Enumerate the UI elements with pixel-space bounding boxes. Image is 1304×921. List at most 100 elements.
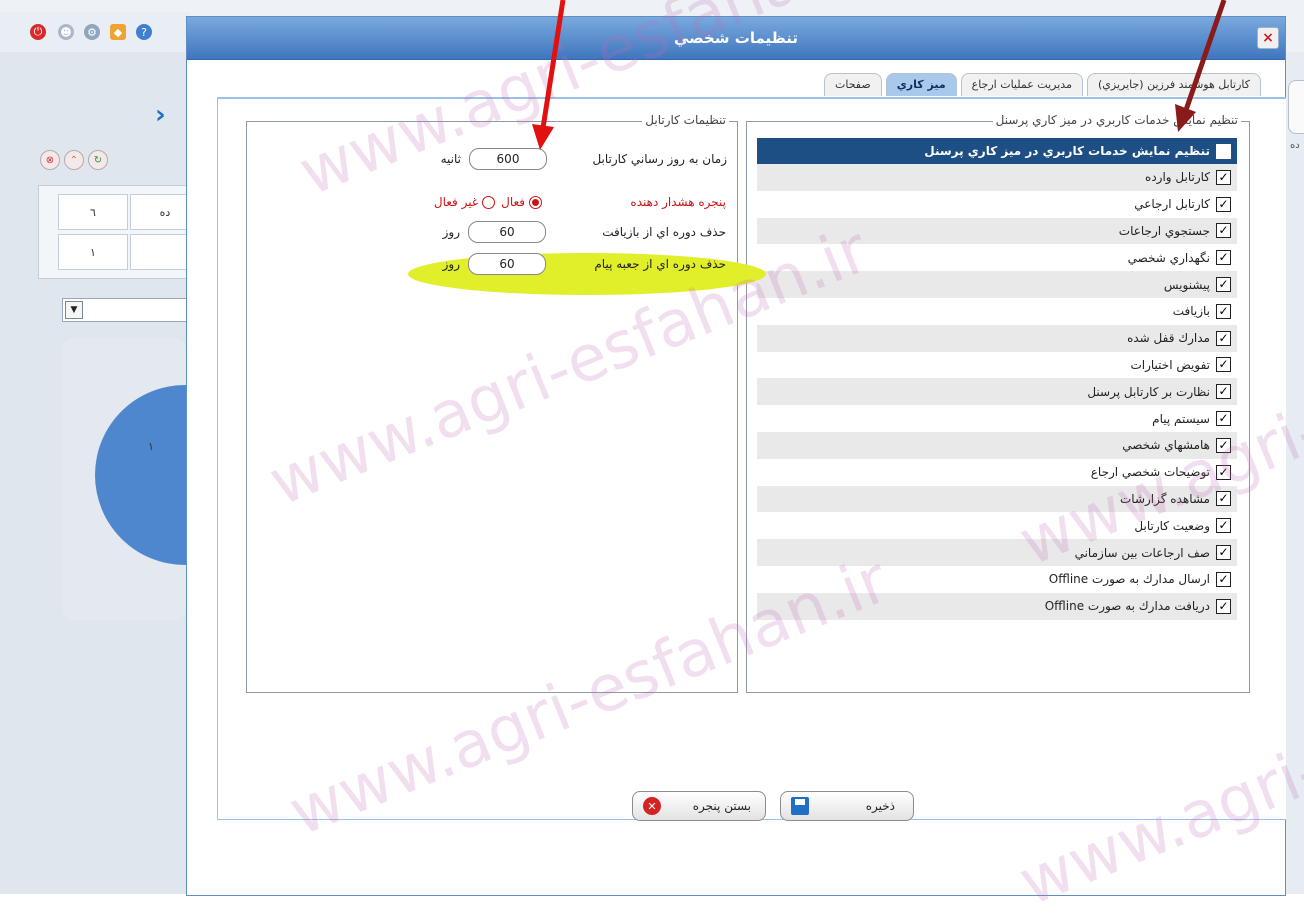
service-label: مشاهده گزارشات [1120,491,1210,506]
service-checkbox[interactable]: ✓ [1216,384,1231,400]
service-checkbox[interactable]: ✓ [1216,250,1231,266]
service-row[interactable]: ✓ جستجوي ارجاعات [757,217,1237,245]
refresh-input[interactable]: 600 [469,148,547,170]
service-label: تفويض اختيارات [1130,357,1210,372]
services-header-label: تنظيم نمايش خدمات كاربري در ميز كاري پرس… [924,144,1210,158]
service-checkbox[interactable]: ✓ [1216,598,1231,614]
service-row[interactable]: ✓ تفويض اختيارات [757,351,1237,379]
alert-on-radio[interactable] [529,195,542,209]
service-label: هامشهاي شخصي [1122,438,1210,453]
service-label: دريافت مدارك به صورت Offline [1044,599,1210,614]
service-checkbox[interactable]: ✓ [1216,357,1231,373]
services-group-title: تنظيم نمايش خدمات كاربري در ميز كاري پرس… [992,113,1241,127]
chevron-right-icon[interactable]: › [155,100,166,130]
close-window-button[interactable]: بستن پنجره ✕ [632,791,766,821]
tab-content: تنظيم نمايش خدمات كاربري در ميز كاري پرس… [217,97,1286,821]
inbox-label: حذف دوره اي از جعبه پيام [594,257,726,271]
service-checkbox[interactable]: ✓ [1216,330,1231,346]
recycle-label: حذف دوره اي از بازيافت [602,225,726,239]
service-row[interactable]: ✓ نظارت بر كارتابل پرسنل [757,378,1237,406]
refresh-unit: ثانيه [440,152,461,166]
service-checkbox[interactable]: ✓ [1216,223,1231,239]
summary-cell: ٦ [58,194,128,230]
service-row[interactable]: ✓ توضيحات شخصي ارجاع [757,458,1237,486]
inbox-input[interactable]: 60 [468,253,546,275]
service-row[interactable]: ✓ ارسال مدارك به صورت Offline [757,565,1237,593]
tab-referral-ops[interactable]: مديريت عمليات ارجاع [960,73,1083,96]
alert-row: پنجره هشدار دهنده فعال غير فعال [256,189,726,215]
tab-desktop[interactable]: ميز كاري [885,73,957,96]
right-pane-tab[interactable] [1288,80,1304,134]
service-row[interactable]: ✓ بازيافت [757,297,1237,325]
service-checkbox[interactable]: ✓ [1216,169,1231,185]
service-checkbox[interactable]: ✓ [1216,411,1231,427]
service-label: سيستم پيام [1152,411,1210,426]
service-row[interactable]: ✓ مشاهده گزارشات [757,485,1237,513]
summary-cell: ١ [58,234,128,270]
power-icon[interactable]: ⏻ [30,24,46,40]
right-pane [1284,52,1304,894]
service-checkbox[interactable]: ✓ [1216,518,1231,534]
users-icon[interactable]: ☻ [58,24,74,40]
service-label: كارتابل ارجاعي [1134,197,1210,212]
service-row[interactable]: ✓ كارتابل ارجاعي [757,190,1237,218]
alert-off-radio[interactable] [482,195,496,209]
select-all-checkbox[interactable] [1216,143,1231,159]
dialog-title: تنظيمات شخصي [674,29,798,47]
service-row[interactable]: ✓ صف ارجاعات بين سازماني [757,539,1237,566]
service-label: صف ارجاعات بين سازماني [1074,545,1210,560]
inbox-unit: روز [442,257,460,271]
service-row[interactable]: ✓ هامشهاي شخصي [757,431,1237,459]
tab-smart-cartable[interactable]: كارتابل هوشمند فرزين (جايريزي) [1086,73,1261,96]
tab-pages[interactable]: صفحات [824,73,882,96]
recycle-input[interactable]: 60 [468,221,546,243]
service-row[interactable]: ✓ وضعيت كارتابل [757,512,1237,540]
shield-icon[interactable]: ◆ [110,24,126,40]
services-list: تنظيم نمايش خدمات كاربري در ميز كاري پرس… [757,138,1237,620]
services-rows: ✓ كارتابل وارده ✓ كارتابل ارجاعي ✓ جستجوي ارج… [757,164,1237,620]
service-row[interactable]: ✓ پيشنويس [757,271,1237,298]
service-checkbox[interactable]: ✓ [1216,277,1231,293]
service-row[interactable]: ✓ سيستم پيام [757,405,1237,432]
service-checkbox[interactable]: ✓ [1216,196,1231,212]
pie-label: ١ [148,440,154,453]
recycle-unit: روز [442,225,460,239]
close-icon[interactable]: × [1257,27,1279,49]
cartable-group-title: تنظيمات كارتابل [642,113,729,127]
recycle-row: حذف دوره اي از بازيافت 60 روز [256,219,726,245]
service-row[interactable]: ✓ نگهداري شخصي [757,244,1237,272]
settings-tabs: كارتابل هوشمند فرزين (جايريزي) مديريت عم… [737,73,1261,97]
service-checkbox[interactable]: ✓ [1216,303,1231,319]
service-label: نگهداري شخصي [1127,250,1210,265]
close-circle-icon[interactable]: ⊗ [40,150,60,170]
service-label: توضيحات شخصي ارجاع [1090,465,1210,480]
service-checkbox[interactable]: ✓ [1216,464,1231,480]
service-label: جستجوي ارجاعات [1118,223,1210,238]
refresh-row: زمان به روز رساني كارتابل 600 ثانيه [257,146,727,172]
service-label: كارتابل وارده [1145,170,1210,185]
services-header-row[interactable]: تنظيم نمايش خدمات كاربري در ميز كاري پرس… [757,138,1237,164]
alert-off-label: غير فعال [433,195,479,209]
collapse-icon[interactable]: ⌃ [64,150,84,170]
refresh-icon[interactable]: ↻ [88,150,108,170]
settings-users-icon[interactable]: ⚙ [84,24,100,40]
service-checkbox[interactable]: ✓ [1216,571,1231,587]
help-icon[interactable]: ? [136,24,152,40]
save-button[interactable]: ذخيره [780,791,914,821]
service-row[interactable]: ✓ دريافت مدارك به صورت Offline [757,592,1237,620]
personal-settings-dialog: تنظيمات شخصي × كارتابل هوشمند فرزين (جاي… [186,16,1286,896]
service-checkbox[interactable]: ✓ [1216,545,1231,561]
service-label: نظارت بر كارتابل پرسنل [1087,384,1210,399]
chevron-down-icon[interactable]: ▼ [65,301,83,319]
alert-label: پنجره هشدار دهنده [630,195,726,209]
chart-select[interactable]: ▼ [62,298,188,322]
service-checkbox[interactable]: ✓ [1216,491,1231,507]
dialog-title-bar[interactable]: تنظيمات شخصي × [187,17,1285,60]
service-label: پيشنويس [1163,277,1210,292]
save-label: ذخيره [865,799,895,813]
service-row[interactable]: ✓ مدارك قفل شده [757,324,1237,352]
service-row[interactable]: ✓ كارتابل وارده [757,164,1237,191]
inbox-row: حذف دوره اي از جعبه پيام 60 روز [256,251,726,277]
alert-on-label: فعال [501,195,525,209]
service-checkbox[interactable]: ✓ [1216,437,1231,453]
